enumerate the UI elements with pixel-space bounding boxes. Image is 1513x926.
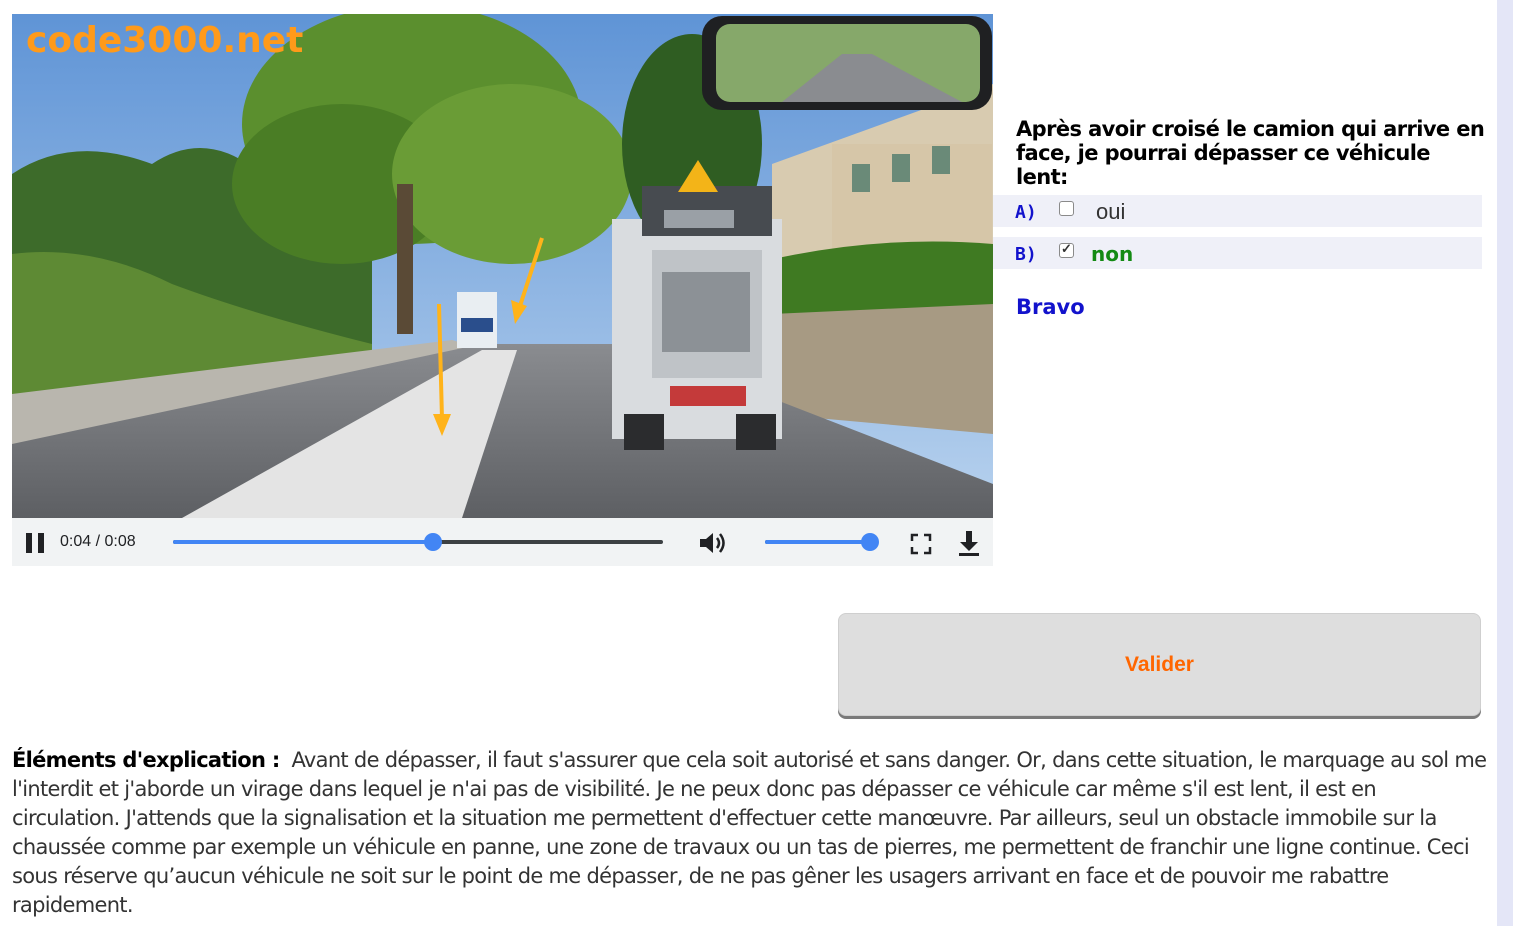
answer-letter: B) bbox=[1015, 244, 1037, 265]
volume-fill bbox=[765, 540, 870, 544]
answer-label: non bbox=[1091, 242, 1134, 266]
explanation-label: Éléments d'explication : bbox=[12, 748, 280, 772]
answer-label: oui bbox=[1096, 199, 1126, 224]
answer-option-a[interactable]: A) oui bbox=[993, 195, 1482, 227]
watermark-logo: code3000.net bbox=[26, 20, 304, 61]
answer-letter: A) bbox=[1015, 202, 1037, 223]
validate-button[interactable]: Valider bbox=[838, 613, 1481, 716]
time-separator: / bbox=[91, 533, 105, 550]
feedback-message: Bravo bbox=[1016, 295, 1085, 319]
progress-slider[interactable] bbox=[173, 533, 663, 551]
explanation-text: Avant de dépasser, il faut s'assurer que… bbox=[12, 748, 1487, 917]
volume-icon[interactable] bbox=[698, 530, 728, 556]
explanation-block: Éléments d'explication : Avant de dépass… bbox=[12, 746, 1487, 920]
answer-checkbox-a[interactable] bbox=[1059, 201, 1074, 216]
video-frame[interactable]: code3000.net bbox=[12, 14, 993, 518]
page-side-strip bbox=[1497, 0, 1513, 926]
pause-icon[interactable] bbox=[26, 533, 46, 553]
duration: 0:08 bbox=[104, 533, 136, 550]
download-icon[interactable] bbox=[957, 529, 981, 557]
answer-checkbox-b[interactable] bbox=[1059, 241, 1074, 258]
volume-slider[interactable] bbox=[765, 533, 879, 551]
fullscreen-icon[interactable] bbox=[910, 533, 932, 555]
progress-knob[interactable] bbox=[423, 533, 442, 551]
question-text: Après avoir croisé le camion qui arrive … bbox=[1016, 117, 1485, 189]
volume-knob[interactable] bbox=[860, 533, 879, 551]
video-controls: 0:04 / 0:08 bbox=[12, 518, 993, 566]
driving-scene-image bbox=[12, 14, 993, 518]
time-display: 0:04 / 0:08 bbox=[60, 533, 136, 551]
answer-option-b[interactable]: B) non bbox=[993, 237, 1482, 269]
progress-fill bbox=[173, 540, 433, 544]
current-time: 0:04 bbox=[60, 533, 92, 550]
video-player[interactable]: code3000.net 0:04 / 0:08 bbox=[12, 14, 993, 566]
